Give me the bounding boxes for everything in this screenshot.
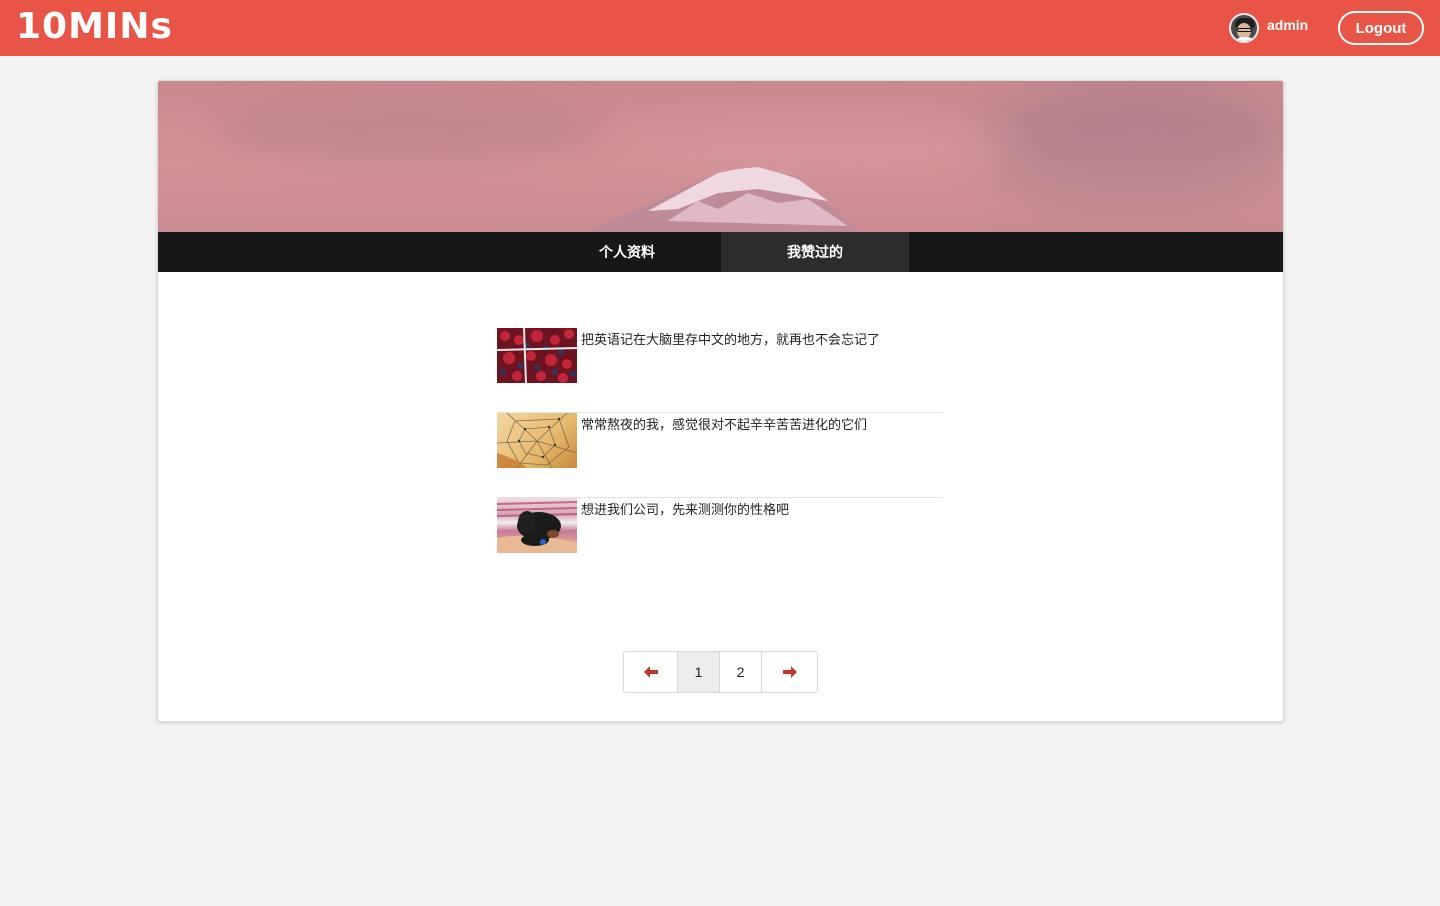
avatar[interactable]	[1229, 13, 1259, 43]
tab-profile[interactable]: 个人资料	[533, 232, 721, 272]
username[interactable]: admin	[1267, 17, 1308, 33]
berries-thumbnail[interactable]	[497, 328, 577, 383]
pagination: 1 2	[623, 651, 818, 693]
list-item[interactable]: 把英语记在大脑里存中文的地方，就再也不会忘记了	[497, 328, 943, 413]
spider-web-thumbnail[interactable]	[497, 413, 577, 468]
profile-card: 个人资料 我赞过的 把英语记在大脑里存中文的地方，就再也不会忘记了 常常熬夜的我…	[157, 80, 1284, 722]
page-1-button[interactable]: 1	[678, 652, 720, 692]
arrow-right-icon	[782, 666, 797, 678]
user-info[interactable]: admin	[1229, 12, 1308, 44]
item-title[interactable]: 把英语记在大脑里存中文的地方，就再也不会忘记了	[581, 329, 880, 348]
prev-page-button[interactable]	[624, 652, 678, 692]
liked-list: 把英语记在大脑里存中文的地方，就再也不会忘记了 常常熬夜的我，感觉很对不起辛辛苦…	[497, 328, 943, 583]
item-title[interactable]: 常常熬夜的我，感觉很对不起辛辛苦苦进化的它们	[581, 414, 867, 433]
tab-liked[interactable]: 我赞过的	[721, 232, 909, 272]
profile-banner	[158, 81, 1283, 232]
page-2-button[interactable]: 2	[720, 652, 762, 692]
site-logo[interactable]: 10MINs	[16, 6, 173, 47]
list-item[interactable]: 常常熬夜的我，感觉很对不起辛辛苦苦进化的它们	[497, 413, 943, 498]
list-item[interactable]: 想进我们公司，先来测测你的性格吧	[497, 498, 943, 583]
mountain-image	[588, 167, 858, 232]
puppy-thumbnail[interactable]	[497, 498, 577, 553]
arrow-left-icon	[643, 666, 658, 678]
profile-tabs: 个人资料 我赞过的	[158, 232, 1283, 272]
logout-button[interactable]: Logout	[1338, 11, 1424, 45]
top-bar: 10MINs admin Logout	[0, 0, 1440, 56]
next-page-button[interactable]	[762, 652, 817, 692]
item-title[interactable]: 想进我们公司，先来测测你的性格吧	[581, 499, 789, 518]
